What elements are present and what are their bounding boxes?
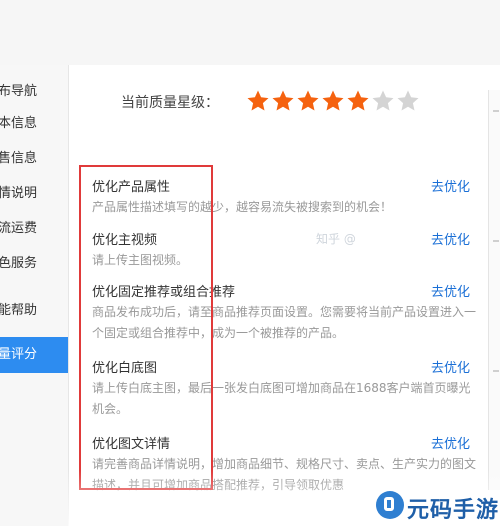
right-scroll-strip	[488, 90, 500, 490]
item-title-recommend: 优化固定推荐或组合推荐	[92, 285, 236, 300]
optimize-product-attributes-link[interactable]: 去优化	[431, 176, 470, 195]
site-logo: 元码手游网	[376, 487, 500, 523]
item-desc-main-video: 请上传主图视频。	[92, 253, 189, 267]
site-logo-text: 元码手游网	[407, 498, 500, 523]
item-title-main-video: 优化主视频	[92, 233, 158, 248]
quality-star-label: 当前质量星级：	[121, 95, 219, 111]
quality-star-rating	[246, 89, 421, 117]
sidebar-item-smart-help[interactable]: 能帮助	[0, 298, 68, 324]
sidebar-item-quality-score[interactable]: 量评分	[0, 337, 68, 373]
item-desc-white-bg-image: 请上传白底主图，最后一张发白底图可增加商品在1688客户端首页曝光机会。	[92, 381, 471, 416]
item-title-rich-detail: 优化图文详情	[92, 437, 171, 452]
star-filled-icon	[246, 89, 270, 113]
sidebar-item-sales-info[interactable]: 售信息	[0, 146, 68, 172]
star-filled-icon	[321, 89, 345, 113]
star-filled-icon	[296, 89, 320, 113]
item-title-white-bg-image: 优化白底图	[92, 361, 158, 376]
item-desc-recommend: 商品发布成功后，请至商品推荐页面设置。您需要将当前产品设置进入一个固定或组合推荐…	[92, 305, 477, 340]
sidebar-item-special-service[interactable]: 色服务	[0, 251, 68, 277]
star-filled-icon	[271, 89, 295, 113]
site-logo-icon	[376, 491, 404, 519]
optimize-main-video-link[interactable]: 去优化	[431, 229, 470, 248]
star-empty-icon	[371, 89, 395, 113]
sidebar-item-publish-nav[interactable]: 布导航	[0, 79, 68, 105]
item-desc-product-attributes: 产品属性描述填写的越少，越容易流失被搜索到的机会！	[92, 200, 393, 214]
item-title-product-attributes: 优化产品属性	[92, 180, 171, 195]
top-band	[0, 0, 500, 65]
sidebar-item-detail-desc[interactable]: 情说明	[0, 181, 68, 207]
sidebar-nav: 布导航 本信息 售信息 情说明 流运费 色服务 能帮助 量评分	[0, 65, 69, 526]
zhihu-watermark: 知乎 @	[316, 232, 356, 246]
optimize-white-bg-image-link[interactable]: 去优化	[431, 357, 470, 376]
optimize-rich-detail-link[interactable]: 去优化	[431, 433, 470, 452]
star-empty-icon	[396, 89, 420, 113]
sidebar-item-basic-info[interactable]: 本信息	[0, 111, 68, 137]
sidebar-item-logistics-fee[interactable]: 流运费	[0, 216, 68, 242]
optimize-recommend-link[interactable]: 去优化	[431, 281, 470, 300]
star-filled-icon	[346, 89, 370, 113]
